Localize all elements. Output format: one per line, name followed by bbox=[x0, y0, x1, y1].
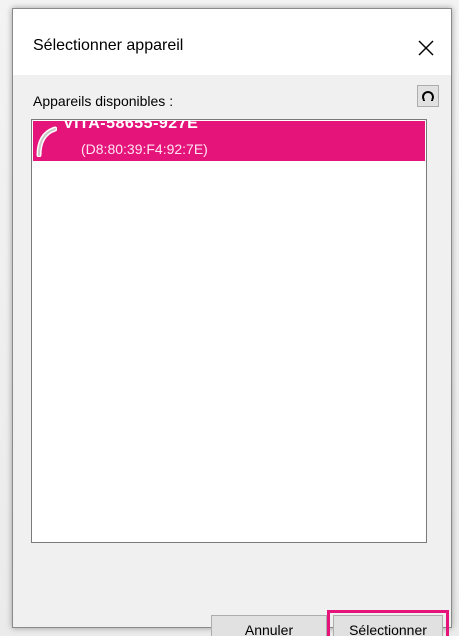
select-button[interactable]: Sélectionner bbox=[333, 615, 443, 636]
close-icon bbox=[418, 40, 434, 56]
device-name: VITA-58655-927E bbox=[63, 121, 199, 132]
screenshot-background: Sélectionner appareil Appareils disponib… bbox=[0, 0, 459, 636]
cancel-button[interactable]: Annuler bbox=[211, 615, 327, 636]
refresh-button[interactable] bbox=[417, 85, 439, 107]
select-button-highlight: Sélectionner bbox=[327, 610, 449, 636]
device-list-item[interactable]: VITA-58655-927E (D8:80:39:F4:92:7E) bbox=[33, 121, 425, 161]
dialog-title: Sélectionner appareil bbox=[33, 37, 184, 54]
available-devices-label: Appareils disponibles : bbox=[33, 93, 174, 109]
device-mac-address: (D8:80:39:F4:92:7E) bbox=[81, 141, 208, 157]
device-icon bbox=[36, 126, 57, 157]
close-button[interactable] bbox=[409, 31, 443, 65]
refresh-icon bbox=[422, 91, 434, 101]
select-device-dialog: Sélectionner appareil Appareils disponib… bbox=[12, 8, 452, 636]
dialog-body: Appareils disponibles : VITA-58655-927E … bbox=[13, 75, 451, 636]
device-list[interactable]: VITA-58655-927E (D8:80:39:F4:92:7E) bbox=[31, 119, 427, 543]
title-bar: Sélectionner appareil bbox=[13, 9, 451, 75]
